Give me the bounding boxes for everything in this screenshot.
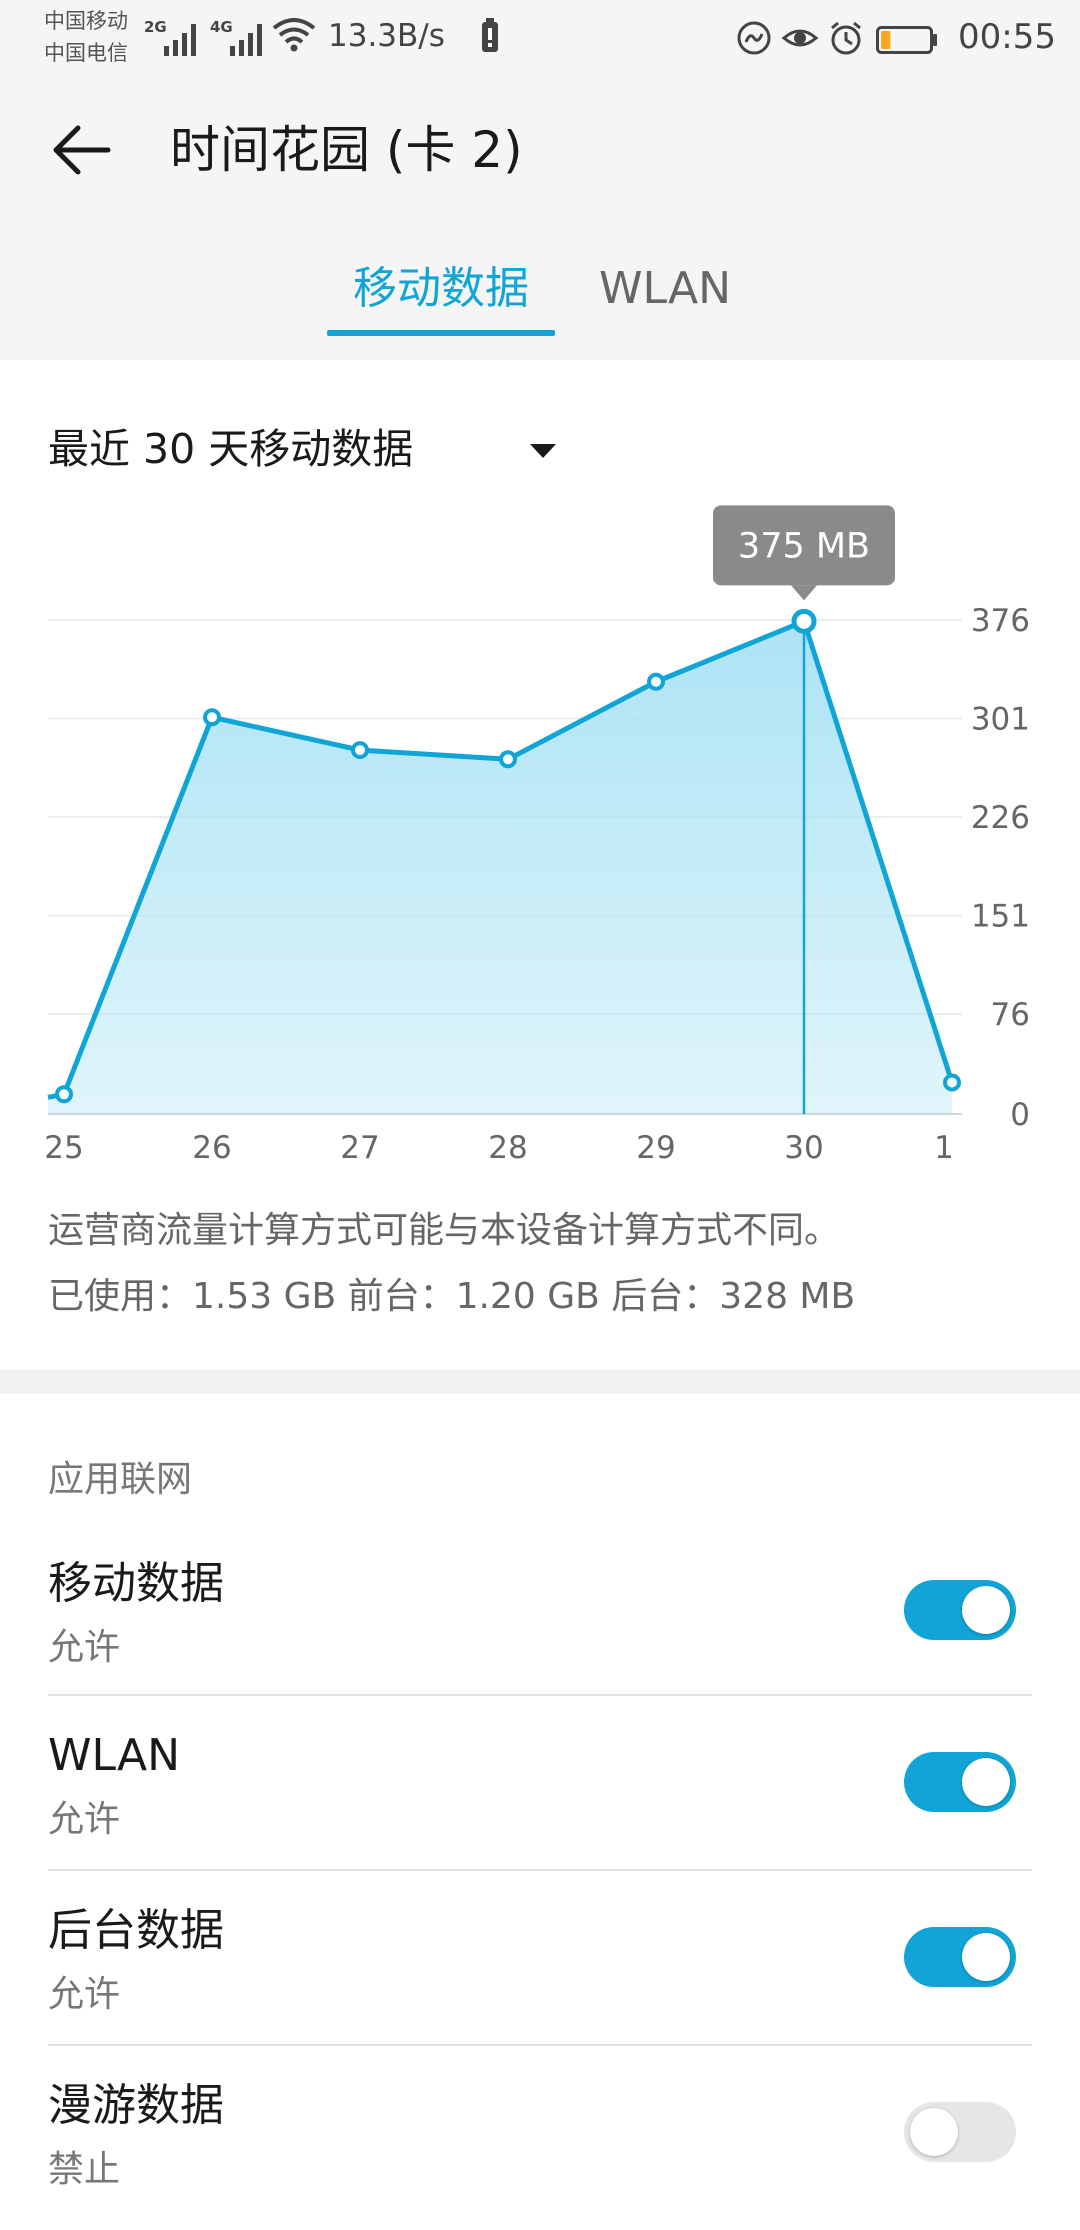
setting-status: 允许 — [48, 1974, 121, 2015]
setting-title: 后台数据 — [48, 1905, 224, 1956]
setting-row-roaming-data[interactable]: 漫游数据 禁止 — [0, 2054, 1080, 2230]
setting-title: 漫游数据 — [48, 2080, 224, 2131]
y-tick-label: 151 — [971, 899, 1030, 935]
setting-title: 移动数据 — [48, 1558, 224, 1609]
setting-row-wlan[interactable]: WLAN 允许 — [0, 1704, 1080, 1880]
setting-row-background-data[interactable]: 后台数据 允许 — [0, 1879, 1080, 2055]
back-arrow-icon[interactable] — [44, 112, 120, 188]
tooltip-pointer — [791, 585, 817, 601]
period-dropdown[interactable]: 最近 30 天移动数据 — [48, 416, 568, 486]
toggle-knob — [910, 2108, 958, 2156]
data-usage-chart[interactable]: 376301226151760375 MB25 26 27 28 29 30 1 — [0, 490, 1080, 1170]
y-tick-label: 376 — [971, 603, 1030, 639]
alarm-icon — [831, 21, 861, 55]
x-tick-label: 26 — [192, 1130, 231, 1166]
app-header: 时间花园 (卡 2) 移动数据 WLAN — [0, 78, 1080, 360]
x-tick-label: 30 — [784, 1130, 823, 1166]
roaming-data-toggle[interactable] — [904, 2102, 1016, 2162]
area-fill — [48, 621, 952, 1114]
divider — [48, 2044, 1032, 2046]
toggle-knob — [962, 1933, 1010, 1981]
y-tick-label: 76 — [991, 997, 1030, 1033]
chevron-down-icon — [530, 444, 556, 458]
section-divider — [0, 1370, 1080, 1394]
wifi-icon — [272, 18, 316, 52]
mobile-data-toggle[interactable] — [904, 1580, 1016, 1640]
x-tick-label: 1 — [934, 1130, 954, 1166]
x-tick-label: 27 — [340, 1130, 379, 1166]
status-right-group: 00:55 — [736, 16, 1056, 58]
battery-icon — [876, 26, 937, 54]
eye-comfort-icon — [737, 21, 771, 55]
toggle-knob — [962, 1758, 1010, 1806]
divider — [48, 1869, 1032, 1871]
data-point[interactable] — [791, 608, 817, 634]
signal-icon — [230, 24, 262, 56]
carrier-1-label: 中国移动 — [44, 9, 128, 33]
setting-row-mobile-data[interactable]: 移动数据 允许 — [0, 1528, 1080, 1704]
setting-title: WLAN — [48, 1730, 181, 1781]
battery-saver-icon — [482, 18, 498, 52]
network-speed: 13.3B/s — [328, 18, 445, 54]
toggle-knob — [962, 1586, 1010, 1634]
section-title-network: 应用联网 — [48, 1459, 193, 1500]
x-tick-label: 25 — [44, 1130, 83, 1166]
x-tick-label: 29 — [636, 1130, 675, 1166]
status-bar: 中国移动 中国电信 2G 4G 13.3B/s 00:55 — [0, 0, 1080, 78]
setting-status: 允许 — [48, 1799, 121, 1840]
period-label: 最近 30 天移动数据 — [48, 425, 414, 473]
data-point[interactable] — [943, 1073, 961, 1092]
eye-icon — [782, 29, 818, 47]
usage-summary: 已使用：1.53 GB 前台：1.20 GB 后台：328 MB — [48, 1276, 856, 1317]
clock: 00:55 — [958, 17, 1056, 57]
data-point[interactable] — [351, 741, 369, 760]
setting-status: 禁止 — [48, 2149, 121, 2190]
carrier-2-label: 中国电信 — [44, 41, 128, 65]
data-point[interactable] — [55, 1085, 73, 1104]
tab-mobile-data[interactable]: 移动数据 — [327, 254, 555, 324]
tooltip-label: 375 MB — [738, 526, 870, 566]
data-point[interactable] — [499, 750, 517, 769]
wlan-toggle[interactable] — [904, 1752, 1016, 1812]
page-title: 时间花园 (卡 2) — [170, 121, 523, 179]
tab-wlan[interactable]: WLAN — [580, 254, 750, 324]
y-tick-label: 301 — [971, 702, 1030, 738]
x-tick-label: 28 — [488, 1130, 527, 1166]
data-point[interactable] — [647, 672, 665, 691]
divider — [48, 1694, 1032, 1696]
carrier-note: 运营商流量计算方式可能与本设备计算方式不同。 — [48, 1210, 841, 1251]
signal-icon — [164, 24, 196, 56]
data-point[interactable] — [203, 708, 221, 727]
y-tick-label: 0 — [1010, 1097, 1030, 1133]
background-data-toggle[interactable] — [904, 1927, 1016, 1987]
tab-indicator — [327, 330, 555, 336]
setting-status: 允许 — [48, 1627, 121, 1668]
y-tick-label: 226 — [971, 800, 1030, 836]
